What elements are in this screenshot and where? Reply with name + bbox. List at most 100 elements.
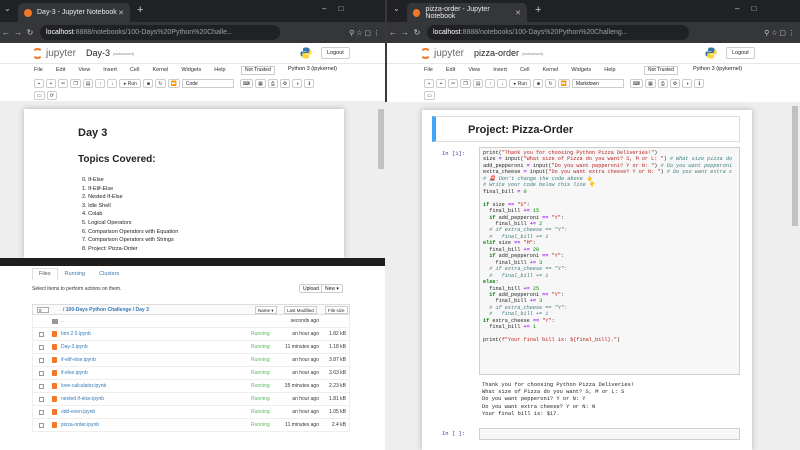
- row-checkbox[interactable]: [39, 397, 44, 402]
- row-checkbox[interactable]: [39, 371, 44, 376]
- reload-icon[interactable]: ↻: [411, 28, 423, 37]
- keyboard-icon[interactable]: ⌨: [239, 79, 254, 88]
- close-tab-icon[interactable]: ✕: [118, 9, 124, 17]
- window-controls-icon[interactable]: –□: [322, 4, 355, 13]
- reload-icon[interactable]: ↻: [24, 28, 36, 37]
- sort-name-button[interactable]: Name ▾: [255, 306, 277, 314]
- not-trusted-badge[interactable]: Not Trusted: [644, 66, 678, 75]
- info-icon[interactable]: ℹ: [694, 79, 705, 88]
- menu-view[interactable]: View: [78, 67, 90, 73]
- cut-icon[interactable]: ✂: [58, 79, 69, 88]
- copy-icon[interactable]: ❐: [70, 79, 81, 88]
- tab-files[interactable]: Files: [32, 268, 58, 280]
- tab-search-icon[interactable]: ⌄: [393, 4, 400, 13]
- move-down-icon[interactable]: ↓: [107, 79, 118, 88]
- row-checkbox[interactable]: [39, 358, 44, 363]
- save-icon[interactable]: ▪: [424, 79, 434, 88]
- save-icon[interactable]: ▪: [34, 79, 44, 88]
- kernel-name[interactable]: Python 3 (ipykernel): [693, 66, 742, 72]
- menu-widgets[interactable]: Widgets: [571, 67, 591, 73]
- select-all-checkbox[interactable]: 0: [37, 307, 49, 313]
- extension-icon[interactable]: ◑: [682, 79, 693, 88]
- menu-cell[interactable]: Cell: [130, 67, 139, 73]
- row-checkbox[interactable]: [39, 384, 44, 389]
- table-row[interactable]: .. seconds ago: [32, 315, 350, 328]
- new-button[interactable]: New ▾: [321, 284, 343, 293]
- menu-view[interactable]: View: [468, 67, 480, 73]
- table-row[interactable]: pizza-order.ipynb Running 11 minutes ago 2.…: [32, 419, 350, 432]
- print-icon[interactable]: ⎙: [657, 79, 668, 88]
- window-controls-icon[interactable]: –□: [735, 4, 768, 13]
- scrollbar[interactable]: [792, 106, 798, 226]
- tab-clusters[interactable]: Clusters: [92, 268, 126, 280]
- back-icon[interactable]: ←: [0, 28, 12, 37]
- jupyter-logo-icon[interactable]: jupyter: [32, 47, 76, 59]
- tab-running[interactable]: Running: [58, 268, 93, 280]
- browser-actions-icon[interactable]: ⚲ ☆ ▢ ⋮: [349, 29, 385, 37]
- file-name[interactable]: Day-3.ipynb: [61, 344, 88, 350]
- menu-kernel[interactable]: Kernel: [542, 67, 558, 73]
- file-name[interactable]: odd-even.ipynb: [61, 409, 95, 415]
- info-icon[interactable]: ℹ: [304, 79, 315, 88]
- refresh-icon[interactable]: ⟳: [46, 91, 57, 100]
- browser-actions-icon[interactable]: ⚲ ☆ ▢ ⋮: [764, 29, 800, 37]
- markdown-cell[interactable]: Project: Pizza-Order: [432, 116, 740, 142]
- move-up-icon[interactable]: ↑: [95, 79, 106, 88]
- table-row[interactable]: odd-even.ipynb Running an hour ago 1.05 kB: [32, 406, 350, 419]
- file-name[interactable]: if-elif-else.ipynb: [61, 357, 96, 363]
- restart-icon[interactable]: ↻: [545, 79, 556, 88]
- breadcrumb[interactable]: / 100-Days Python Challenge / Day 3: [63, 307, 149, 313]
- tab-search-icon[interactable]: ⌄: [4, 4, 11, 13]
- file-name[interactable]: love-calculator.ipynb: [61, 383, 106, 389]
- row-checkbox[interactable]: [39, 423, 44, 428]
- file-name[interactable]: nested if-else.ipynb: [61, 396, 104, 402]
- insert-cell-icon[interactable]: +: [436, 79, 446, 88]
- back-icon[interactable]: ←: [387, 28, 399, 37]
- paste-icon[interactable]: ▤: [472, 79, 484, 88]
- menu-help[interactable]: Help: [214, 67, 225, 73]
- scrollbar[interactable]: [378, 109, 384, 169]
- file-name[interactable]: bmi 2.0.ipynb: [61, 331, 91, 337]
- sort-modified-button[interactable]: Last Modified: [284, 306, 317, 314]
- menu-cell[interactable]: Cell: [520, 67, 529, 73]
- cut-icon[interactable]: ✂: [448, 79, 459, 88]
- menu-help[interactable]: Help: [604, 67, 615, 73]
- command-palette-icon[interactable]: ▦: [255, 79, 266, 88]
- move-up-icon[interactable]: ↑: [485, 79, 496, 88]
- comment-icon[interactable]: ▭: [424, 91, 435, 100]
- notebook-name[interactable]: pizza-order: [474, 48, 519, 58]
- command-palette-icon[interactable]: ▦: [645, 79, 656, 88]
- keyboard-icon[interactable]: ⌨: [629, 79, 644, 88]
- move-down-icon[interactable]: ↓: [497, 79, 508, 88]
- print-icon[interactable]: ⎙: [267, 79, 278, 88]
- table-row[interactable]: love-calculator.ipynb Running 35 minutes a…: [32, 380, 350, 393]
- paste-icon[interactable]: ▤: [82, 79, 94, 88]
- table-row[interactable]: if-elif-else.ipynb Running an hour ago 3.87…: [32, 354, 350, 367]
- file-name[interactable]: ..: [61, 318, 64, 324]
- not-trusted-badge[interactable]: Not Trusted: [241, 66, 275, 75]
- menu-kernel[interactable]: Kernel: [152, 67, 168, 73]
- url-input[interactable]: localhost:8888/notebooks/100-Days%20Pyth…: [40, 25, 280, 40]
- table-row[interactable]: if-else.ipynb Running an hour ago 3.63 kB: [32, 367, 350, 380]
- row-checkbox[interactable]: [39, 410, 44, 415]
- kernel-name[interactable]: Python 3 (ipykernel): [288, 66, 337, 72]
- restart-run-icon[interactable]: ⏩: [167, 79, 180, 88]
- interrupt-icon[interactable]: ■: [533, 79, 544, 88]
- forward-icon[interactable]: →: [12, 28, 24, 37]
- gear-icon[interactable]: ⚙: [279, 79, 291, 88]
- row-checkbox[interactable]: [39, 345, 44, 350]
- comment-icon[interactable]: ▭: [34, 91, 45, 100]
- table-row[interactable]: bmi 2.0.ipynb Running an hour ago 1.82 kB: [32, 328, 350, 341]
- logout-button[interactable]: Logout: [321, 47, 350, 59]
- insert-cell-icon[interactable]: +: [46, 79, 56, 88]
- table-row[interactable]: nested if-else.ipynb Running an hour ago 1.…: [32, 393, 350, 406]
- close-tab-icon[interactable]: ✕: [515, 9, 521, 17]
- menu-insert[interactable]: Insert: [103, 67, 117, 73]
- empty-code-cell[interactable]: [479, 428, 740, 440]
- forward-icon[interactable]: →: [399, 28, 411, 37]
- menu-file[interactable]: File: [424, 67, 433, 73]
- url-input[interactable]: localhost:8888/notebooks/100-Days%20Pyth…: [427, 25, 689, 40]
- table-row[interactable]: Day-3.ipynb Running 11 minutes ago 1.18 kB: [32, 341, 350, 354]
- new-tab-icon[interactable]: +: [137, 4, 143, 16]
- file-name[interactable]: if-else.ipynb: [61, 370, 88, 376]
